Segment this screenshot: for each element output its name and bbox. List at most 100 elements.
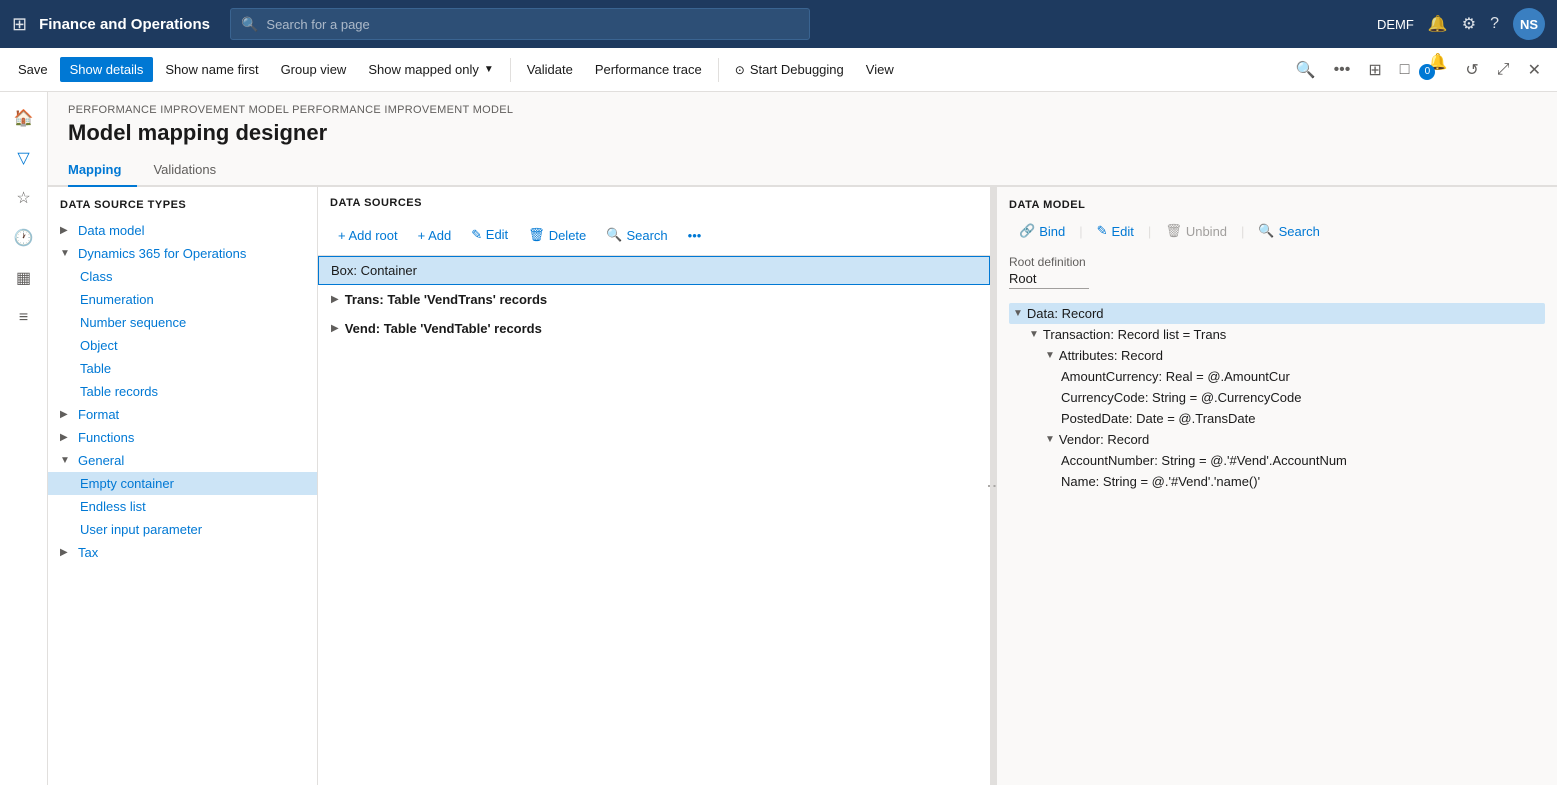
dm-edit-button[interactable]: ✎ Edit: [1087, 219, 1144, 243]
search-cmd-button[interactable]: 🔍: [1288, 55, 1324, 85]
group-view-button[interactable]: Group view: [271, 57, 357, 82]
fullscreen-button[interactable]: ⤢: [1489, 56, 1518, 84]
dst-label-empty-container[interactable]: Empty container: [80, 476, 174, 491]
dm-node-posted-date[interactable]: PostedDate: Date = @.TransDate: [1009, 408, 1545, 429]
delete-label: Delete: [549, 228, 587, 243]
dm-node-name[interactable]: Name: String = @.'#Vend'.'name()': [1009, 471, 1545, 492]
chevron-icon: ▶: [331, 294, 339, 305]
ds-item-vend[interactable]: ▶ Vend: Table 'VendTable' records: [318, 314, 990, 343]
dst-item-object[interactable]: Object: [48, 334, 317, 357]
validate-button[interactable]: Validate: [517, 57, 583, 82]
save-button[interactable]: Save: [8, 57, 58, 82]
dm-node-data-record[interactable]: ▼ Data: Record: [1009, 303, 1545, 324]
help-icon[interactable]: ?: [1490, 15, 1499, 33]
dst-label-table[interactable]: Table: [80, 361, 111, 376]
dst-item-dynamics365[interactable]: ▼ Dynamics 365 for Operations: [48, 242, 317, 265]
dm-search-button[interactable]: 🔍 Search: [1248, 219, 1329, 243]
dm-node-account-number[interactable]: AccountNumber: String = @.'#Vend'.Accoun…: [1009, 450, 1545, 471]
chevron-down-icon: ▼: [484, 64, 494, 75]
dm-tree: ▼ Data: Record ▼ Transaction: Record lis…: [1009, 299, 1545, 496]
dst-label-user-input-param[interactable]: User input parameter: [80, 522, 202, 537]
dm-search-label: Search: [1279, 224, 1320, 239]
dst-item-general[interactable]: ▼ General: [48, 449, 317, 472]
cmd-divider-2: [718, 58, 719, 82]
dst-item-empty-container[interactable]: Empty container: [48, 472, 317, 495]
dst-label-enumeration[interactable]: Enumeration: [80, 292, 154, 307]
global-search-box[interactable]: 🔍 Search for a page: [230, 8, 810, 40]
chevron-icon: ▼: [1029, 329, 1039, 340]
notification-icon[interactable]: 🔔: [1428, 14, 1448, 34]
dst-item-functions[interactable]: ▶ Functions: [48, 426, 317, 449]
dst-item-class[interactable]: Class: [48, 265, 317, 288]
ds-toolbar: + Add root + Add ✎ Edit 🗑 Delete 🔍 Sea: [318, 215, 990, 256]
add-button[interactable]: + Add: [410, 224, 460, 247]
more-button[interactable]: •••: [1326, 56, 1359, 84]
open-in-new-button[interactable]: □: [1392, 56, 1418, 84]
sidebar-filter-icon[interactable]: ▽: [6, 140, 42, 176]
show-mapped-button[interactable]: Show mapped only ▼: [358, 57, 503, 82]
sidebar-recent-icon[interactable]: 🕐: [6, 220, 42, 256]
sidebar-table-icon[interactable]: ▦: [6, 260, 42, 296]
dst-label-endless-list[interactable]: Endless list: [80, 499, 146, 514]
dst-label-dynamics365[interactable]: Dynamics 365 for Operations: [78, 246, 246, 261]
dm-node-amount-currency[interactable]: AmountCurrency: Real = @.AmountCur: [1009, 366, 1545, 387]
panel-data-model: DATA MODEL 🔗 Bind | ✎ Edit | 🗑 Unbind: [997, 187, 1557, 785]
settings-icon[interactable]: ⚙: [1462, 14, 1476, 34]
notification-count: 0: [1419, 64, 1435, 80]
dm-divider-2: |: [1146, 224, 1153, 239]
ds-search-button[interactable]: 🔍 Search: [598, 223, 675, 247]
dm-node-label: Attributes: Record: [1059, 348, 1163, 363]
dst-item-data-model[interactable]: ▶ Data model: [48, 219, 317, 242]
edit-button[interactable]: ✎ Edit: [463, 223, 516, 247]
cmd-divider-1: [510, 58, 511, 82]
dst-label-functions[interactable]: Functions: [78, 430, 134, 445]
dst-item-endless-list[interactable]: Endless list: [48, 495, 317, 518]
refresh-button[interactable]: ↺: [1457, 55, 1486, 85]
dst-item-format[interactable]: ▶ Format: [48, 403, 317, 426]
notification-badge-button[interactable]: 🔔 0: [1419, 47, 1455, 93]
bind-button[interactable]: 🔗 Bind: [1009, 219, 1075, 243]
dm-node-currency-code[interactable]: CurrencyCode: String = @.CurrencyCode: [1009, 387, 1545, 408]
close-button[interactable]: ✕: [1520, 55, 1549, 85]
root-def-label: Root definition: [1009, 255, 1545, 269]
tab-validations[interactable]: Validations: [153, 154, 232, 187]
ds-item-trans[interactable]: ▶ Trans: Table 'VendTrans' records: [318, 285, 990, 314]
add-root-button[interactable]: + Add root: [330, 224, 406, 247]
dm-node-label: AccountNumber: String = @.'#Vend'.Accoun…: [1061, 453, 1347, 468]
dst-item-number-sequence[interactable]: Number sequence: [48, 311, 317, 334]
dst-label-table-records[interactable]: Table records: [80, 384, 158, 399]
unbind-button[interactable]: 🗑 Unbind: [1155, 219, 1237, 243]
grid-icon[interactable]: ⊞: [12, 14, 27, 35]
chevron-icon: ▶: [60, 547, 74, 558]
dst-item-enumeration[interactable]: Enumeration: [48, 288, 317, 311]
avatar[interactable]: NS: [1513, 8, 1545, 40]
ds-more-button[interactable]: •••: [680, 224, 710, 247]
dst-item-user-input-param[interactable]: User input parameter: [48, 518, 317, 541]
dst-item-tax[interactable]: ▶ Tax: [48, 541, 317, 564]
tab-mapping[interactable]: Mapping: [68, 154, 137, 187]
dst-item-table-records[interactable]: Table records: [48, 380, 317, 403]
grid-cmd-button[interactable]: ⊞: [1360, 55, 1389, 85]
start-debugging-button[interactable]: ⊙ Start Debugging: [725, 57, 854, 82]
dst-label-class[interactable]: Class: [80, 269, 113, 284]
dst-label-number-sequence[interactable]: Number sequence: [80, 315, 186, 330]
dm-node-vendor[interactable]: ▼ Vendor: Record: [1009, 429, 1545, 450]
show-name-button[interactable]: Show name first: [155, 57, 268, 82]
sidebar-list-icon[interactable]: ≡: [6, 300, 42, 336]
dst-item-table[interactable]: Table: [48, 357, 317, 380]
dst-label-format[interactable]: Format: [78, 407, 119, 422]
sidebar-favorites-icon[interactable]: ☆: [6, 180, 42, 216]
dm-node-attributes[interactable]: ▼ Attributes: Record: [1009, 345, 1545, 366]
dst-label-data-model[interactable]: Data model: [78, 223, 144, 238]
dst-label-general[interactable]: General: [78, 453, 124, 468]
delete-button[interactable]: 🗑 Delete: [520, 223, 594, 247]
dst-label-tax[interactable]: Tax: [78, 545, 98, 560]
sidebar-home-icon[interactable]: 🏠: [6, 100, 42, 136]
view-button[interactable]: View: [856, 57, 904, 82]
show-details-button[interactable]: Show details: [60, 57, 154, 82]
performance-trace-button[interactable]: Performance trace: [585, 57, 712, 82]
topbar-right: DEMF 🔔 ⚙ ? NS: [1377, 8, 1545, 40]
ds-item-box[interactable]: Box: Container: [318, 256, 990, 285]
dst-label-object[interactable]: Object: [80, 338, 118, 353]
dm-node-transaction[interactable]: ▼ Transaction: Record list = Trans: [1009, 324, 1545, 345]
